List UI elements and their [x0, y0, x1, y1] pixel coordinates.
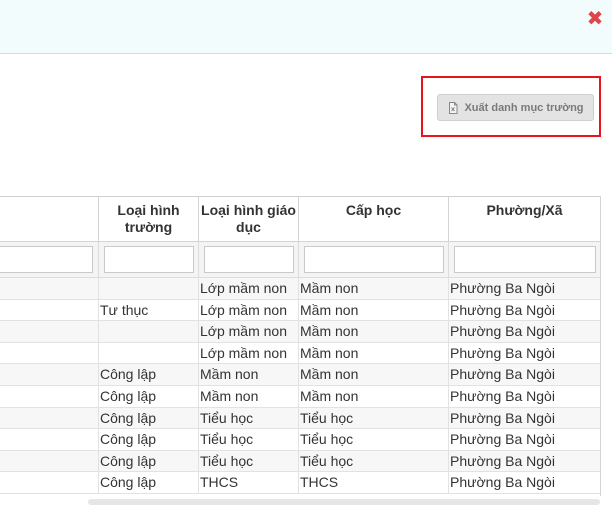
- filter-input-name[interactable]: [0, 246, 93, 273]
- table-row[interactable]: Công lập THCS THCS Phường Ba Ngòi: [0, 472, 600, 494]
- cell-ward: Phường Ba Ngòi: [448, 386, 600, 407]
- cell-education-type: Lớp mầm non: [198, 299, 298, 321]
- cell-ward: Phường Ba Ngòi: [448, 342, 600, 364]
- cell-level: Mầm non: [298, 299, 448, 321]
- table-row[interactable]: Công lập Tiểu học Tiểu học Phường Ba Ngòi: [0, 429, 600, 451]
- cell-school-type: Công lập: [98, 407, 198, 429]
- cell-school-type: [98, 278, 198, 299]
- table-row[interactable]: Công lập Mầm non Mầm non Phường Ba Ngòi: [0, 364, 600, 386]
- column-header-ward[interactable]: Phường/Xã: [448, 197, 600, 242]
- cell-school-type: [98, 342, 198, 364]
- table-row[interactable]: Lớp mầm non Mầm non Phường Ba Ngòi: [0, 342, 600, 365]
- column-header-level[interactable]: Cấp học: [298, 197, 448, 242]
- cell-level: Tiểu học: [298, 407, 448, 429]
- cell-ward: Phường Ba Ngòi: [448, 278, 600, 299]
- table-row[interactable]: Công lập Tiểu học Tiểu học Phường Ba Ngòi: [0, 450, 600, 473]
- cell-level: Tiểu học: [298, 429, 448, 451]
- filter-cell-level: [298, 242, 448, 277]
- cell-ward: Phường Ba Ngòi: [448, 321, 600, 343]
- cell-name: [0, 278, 98, 299]
- cell-name: [0, 364, 98, 385]
- cell-education-type: Tiểu học: [198, 407, 298, 429]
- filter-cell-ward: [448, 242, 600, 277]
- cell-ward: Phường Ba Ngòi: [448, 407, 600, 429]
- cell-education-type: Tiểu học: [198, 450, 298, 472]
- cell-school-type: Tư thục: [98, 299, 198, 321]
- filter-input-level[interactable]: [304, 246, 444, 273]
- cell-school-type: Công lập: [98, 472, 198, 494]
- column-header-name[interactable]: [0, 197, 98, 242]
- excel-file-icon: [447, 101, 459, 114]
- cell-level: Mầm non: [298, 321, 448, 343]
- cell-education-type: Lớp mầm non: [198, 321, 298, 343]
- dialog-header: ✖: [0, 0, 612, 54]
- filter-row: [0, 242, 600, 278]
- table-row[interactable]: Tư thục Lớp mầm non Mầm non Phường Ba Ngòi: [0, 299, 600, 322]
- school-table: Loại hình trường Loại hình giáo dục Cấp họ…: [0, 196, 601, 496]
- table-row[interactable]: Lớp mầm non Mầm non Phường Ba Ngòi: [0, 278, 600, 300]
- cell-name: [0, 386, 98, 407]
- column-header-education-type[interactable]: Loại hình giáo dục: [198, 197, 298, 242]
- cell-name: [0, 472, 98, 493]
- cell-ward: Phường Ba Ngòi: [448, 450, 600, 472]
- cell-level: Mầm non: [298, 364, 448, 386]
- filter-cell-school-type: [98, 242, 198, 277]
- horizontal-scrollbar[interactable]: [0, 497, 612, 506]
- table-row[interactable]: Công lập Tiểu học Tiểu học Phường Ba Ngòi: [0, 407, 600, 430]
- filter-cell-education-type: [198, 242, 298, 277]
- cell-education-type: Tiểu học: [198, 429, 298, 451]
- cell-level: Mầm non: [298, 278, 448, 299]
- scrollbar-thumb[interactable]: [88, 499, 600, 505]
- cell-school-type: Công lập: [98, 364, 198, 386]
- close-icon[interactable]: ✖: [585, 8, 605, 30]
- export-button-label: Xuất danh mục trường: [464, 101, 584, 114]
- cell-education-type: THCS: [198, 472, 298, 494]
- cell-ward: Phường Ba Ngòi: [448, 472, 600, 494]
- cell-ward: Phường Ba Ngòi: [448, 429, 600, 451]
- cell-ward: Phường Ba Ngòi: [448, 364, 600, 386]
- filter-cell-name: [0, 242, 98, 277]
- cell-education-type: Lớp mầm non: [198, 278, 298, 299]
- export-school-list-button[interactable]: Xuất danh mục trường: [437, 94, 594, 121]
- cell-ward: Phường Ba Ngòi: [448, 299, 600, 321]
- cell-name: [0, 343, 98, 364]
- table-row[interactable]: Công lập Mầm non Mầm non Phường Ba Ngòi: [0, 386, 600, 408]
- cell-level: THCS: [298, 472, 448, 494]
- filter-input-ward[interactable]: [454, 246, 596, 273]
- cell-level: Tiểu học: [298, 450, 448, 472]
- cell-education-type: Lớp mầm non: [198, 342, 298, 364]
- cell-education-type: Mầm non: [198, 364, 298, 386]
- cell-level: Mầm non: [298, 386, 448, 407]
- cell-name: [0, 429, 98, 450]
- cell-name: [0, 300, 98, 321]
- cell-school-type: Công lập: [98, 429, 198, 451]
- cell-level: Mầm non: [298, 342, 448, 364]
- cell-education-type: Mầm non: [198, 386, 298, 407]
- cell-name: [0, 451, 98, 472]
- cell-school-type: [98, 321, 198, 343]
- table-row[interactable]: Lớp mầm non Mầm non Phường Ba Ngòi: [0, 321, 600, 343]
- cell-name: [0, 408, 98, 429]
- table-header: Loại hình trường Loại hình giáo dục Cấp họ…: [0, 196, 600, 242]
- cell-name: [0, 321, 98, 342]
- cell-school-type: Công lập: [98, 450, 198, 472]
- column-header-school-type[interactable]: Loại hình trường: [98, 197, 198, 242]
- cell-school-type: Công lập: [98, 386, 198, 407]
- filter-input-school-type[interactable]: [104, 246, 194, 273]
- filter-input-education-type[interactable]: [204, 246, 294, 273]
